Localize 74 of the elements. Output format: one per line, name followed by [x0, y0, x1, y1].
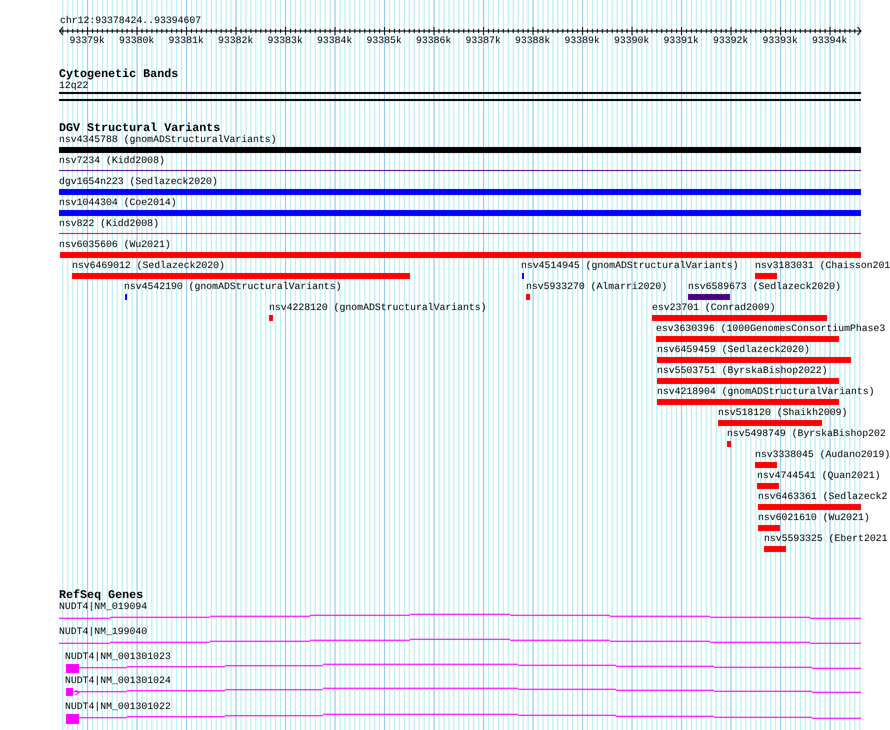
ruler-tick-label: 93385k — [366, 35, 402, 47]
variant-label: nsv4345788 (gnomADStructuralVariants) — [59, 134, 277, 146]
band-label: 12q22 — [59, 80, 88, 92]
ruler-tick-label: 93387k — [466, 35, 501, 47]
transcript-label: NUDT4|NM_001301024 — [65, 675, 171, 687]
ruler-tick-label: 93386k — [416, 35, 452, 47]
transcript-label: NUDT4|NM_001301023 — [65, 651, 171, 663]
variant-bar[interactable] — [59, 210, 861, 216]
variant-label: nsv4514945 (gnomADStructuralVariants) — [521, 260, 739, 272]
variant-label: nsv7234 (Kidd2008) — [59, 155, 165, 167]
variant-label: nsv6021610 (Wu2021) — [758, 512, 870, 524]
variant-label: esv23701 (Conrad2009) — [652, 302, 776, 314]
ruler-tick-label: 93390k — [614, 35, 650, 47]
variant-bar[interactable] — [657, 357, 851, 363]
variant-label: nsv4228120 (gnomADStructuralVariants) — [269, 302, 487, 314]
ruler-tick-label: 93389k — [564, 35, 600, 47]
variant-bar[interactable] — [755, 462, 777, 468]
ruler-tick-label: 93380k — [119, 35, 154, 47]
variant-label: nsv4218904 (gnomADStructuralVariants) — [657, 386, 875, 398]
variant-label: nsv5593325 (Ebert2021 — [764, 533, 888, 545]
track-title: DGV Structural Variants — [59, 122, 220, 134]
variant-bar[interactable] — [757, 483, 779, 489]
variant-line[interactable] — [59, 170, 861, 171]
variant-label: nsv1044304 (Coe2014) — [59, 197, 177, 209]
variant-label: nsv6463361 (Sedlazeck2 — [758, 491, 888, 503]
ruler-tick-label: 93382k — [218, 35, 254, 47]
variant-label: nsv6459459 (Sedlazeck2020) — [657, 344, 810, 356]
variant-bar[interactable] — [657, 378, 839, 384]
variant-label: nsv5503751 (ByrskaBishop2022) — [657, 365, 828, 377]
variant-bar[interactable] — [656, 336, 839, 342]
variant-label: nsv3183031 (Chaisson201 — [755, 260, 890, 272]
variant-label: nsv6469012 (Sedlazeck2020) — [72, 260, 225, 272]
variant-bar[interactable] — [688, 294, 730, 300]
ruler-tick-label: 93394k — [812, 35, 848, 47]
variant-label: nsv5498749 (ByrskaBishop202 — [727, 428, 886, 440]
variant-bar[interactable] — [652, 315, 827, 321]
ruler-tick-label: 93388k — [515, 35, 550, 47]
ruler-tick-label: 93383k — [268, 35, 303, 47]
variant-bar[interactable] — [718, 420, 822, 426]
ruler-tick-label: 93381k — [168, 35, 204, 47]
location-label: chr12:93378424..93394607 — [60, 15, 202, 27]
variant-label: nsv5933270 (Almarri2020) — [526, 281, 668, 293]
variant-bar[interactable] — [526, 294, 530, 300]
transcript-label: NUDT4|NM_019094 — [59, 601, 148, 613]
variant-label: nsv4744541 (Quan2021) — [757, 470, 880, 482]
variant-label: dgv1654n223 (Sedlazeck2020) — [59, 176, 218, 188]
ruler-tick-label: 93391k — [664, 35, 699, 47]
variant-bar[interactable] — [727, 441, 731, 447]
variant-bar[interactable] — [269, 315, 273, 321]
variant-label: nsv822 (Kidd2008) — [59, 218, 159, 230]
variant-label: nsv518120 (Shaikh2009) — [718, 407, 848, 419]
variant-bar[interactable] — [755, 273, 777, 279]
variant-bar[interactable] — [60, 252, 861, 258]
variant-label: nsv3338045 (Audano2019) — [755, 449, 890, 461]
variant-label: nsv4542190 (gnomADStructuralVariants) — [124, 281, 342, 293]
variant-label: esv3630396 (1000GenomesConsortiumPhase3 — [656, 323, 886, 335]
track-title: Cytogenetic Bands — [59, 68, 178, 80]
ruler-tick-label: 93384k — [317, 35, 352, 47]
track-title: RefSeq Genes — [59, 589, 144, 601]
variant-bar[interactable] — [758, 504, 861, 510]
variant-bar[interactable] — [59, 147, 861, 153]
transcript-label: NUDT4|NM_001301022 — [65, 701, 171, 713]
ruler-tick-label: 93379k — [70, 35, 105, 47]
variant-bar[interactable] — [72, 273, 410, 279]
transcript-label: NUDT4|NM_199040 — [59, 626, 148, 638]
variant-label: nsv6589673 (Sedlazeck2020) — [688, 281, 841, 293]
ruler-tick-label: 93393k — [762, 35, 798, 47]
variant-bar[interactable] — [657, 399, 839, 405]
variant-bar[interactable] — [59, 189, 861, 195]
variant-label: nsv6035606 (Wu2021) — [59, 239, 171, 251]
variant-bar[interactable] — [758, 525, 780, 531]
variant-bar[interactable] — [764, 546, 786, 552]
ruler-tick-label: 93392k — [713, 35, 748, 47]
variant-line[interactable] — [59, 233, 861, 234]
